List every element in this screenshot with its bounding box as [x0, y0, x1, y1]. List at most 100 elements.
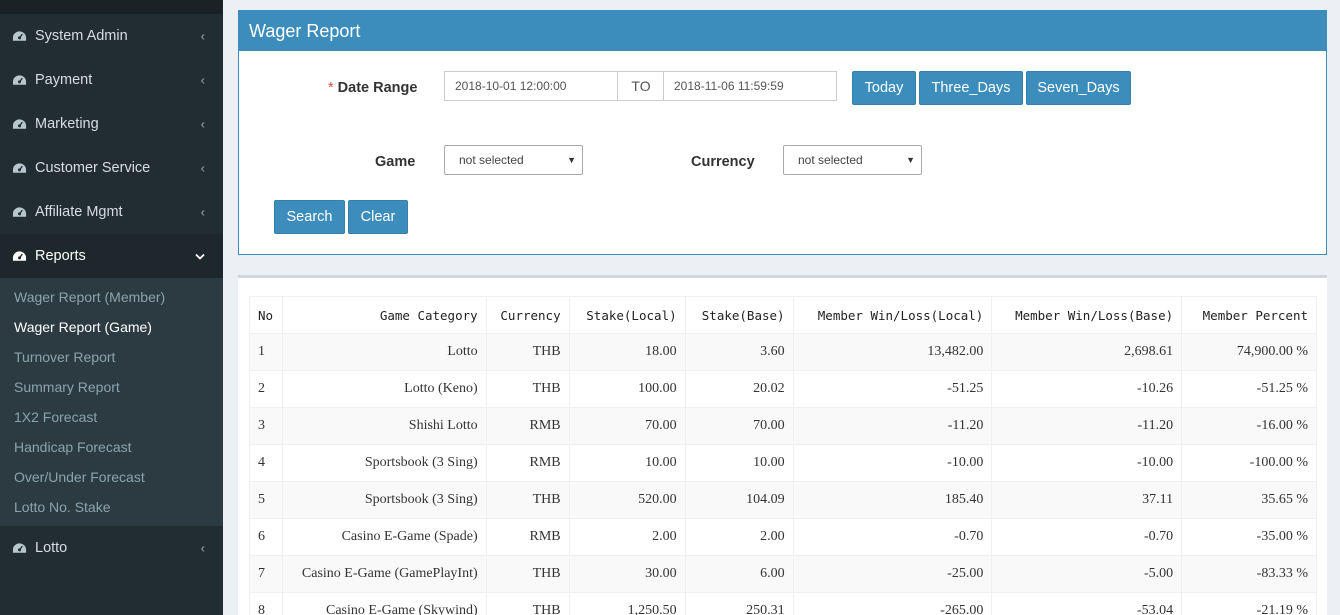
cell-stake-base: 70.00 [684, 407, 794, 445]
seven-days-button[interactable]: Seven_Days [1026, 71, 1131, 105]
table-row: 8 Casino E-Game (Skywind) THB 1,250.50 2… [249, 592, 1317, 615]
cell-winloss-base: -53.04 [991, 592, 1183, 615]
table-row: 1 Lotto THB 18.00 3.60 13,482.00 2,698.6… [249, 333, 1317, 371]
cell-currency: THB [485, 333, 570, 371]
column-header[interactable]: Member Percent [1181, 296, 1317, 334]
game-select[interactable]: not selected ▼ [444, 145, 583, 175]
column-header[interactable]: No [249, 296, 283, 334]
cell-stake-local: 10.00 [568, 444, 686, 482]
cell-member-percent: 74,900.00 % [1181, 333, 1317, 371]
cell-currency: THB [485, 481, 570, 519]
wager-report-table: No Game Category Currency Stake(Local) S… [249, 296, 1317, 615]
main-content: Wager Report * Date Range 2018-10-01 12:0… [223, 0, 1340, 615]
table-header-row: No Game Category Currency Stake(Local) S… [249, 296, 1317, 334]
cell-currency: RMB [485, 518, 570, 556]
column-header[interactable]: Member Win/Loss(Local) [792, 296, 993, 334]
cell-winloss-base: 37.11 [991, 481, 1183, 519]
panel-title: Wager Report [239, 11, 1326, 51]
cell-member-percent: -100.00 % [1181, 444, 1317, 482]
menu-item-label: Lotto [35, 540, 68, 556]
cell-stake-base: 10.00 [684, 444, 794, 482]
column-header[interactable]: Currency [485, 296, 570, 334]
cell-member-percent: -83.33 % [1181, 555, 1317, 593]
submenu-item-wager-report-member[interactable]: Wager Report (Member) [0, 282, 223, 312]
cell-winloss-local: 13,482.00 [792, 333, 993, 371]
dashboard-icon [12, 30, 27, 43]
dashboard-icon [12, 250, 27, 263]
chevron-left-icon: ‹ [200, 204, 205, 220]
menu-item-label: Marketing [35, 116, 99, 132]
cell-no: 5 [249, 481, 283, 519]
date-range-label: * Date Range [328, 80, 418, 96]
table-row: 4 Sportsbook (3 Sing) RMB 10.00 10.00 -1… [249, 444, 1317, 482]
column-header[interactable]: Game Category [281, 296, 487, 334]
cell-stake-local: 520.00 [568, 481, 686, 519]
menu-item-system-admin[interactable]: System Admin ‹ [0, 14, 223, 58]
currency-select[interactable]: not selected ▼ [783, 145, 922, 175]
dashboard-icon [12, 118, 27, 131]
column-header[interactable]: Stake(Base) [684, 296, 794, 334]
cell-stake-base: 250.31 [684, 592, 794, 615]
submenu-item-1x2-forecast[interactable]: 1X2 Forecast [0, 402, 223, 432]
menu-item-label: System Admin [35, 28, 128, 44]
cell-stake-base: 3.60 [684, 333, 794, 371]
cell-game-category: Sportsbook (3 Sing) [281, 481, 487, 519]
menu-item-payment[interactable]: Payment ‹ [0, 58, 223, 102]
cell-stake-local: 100.00 [568, 370, 686, 408]
cell-game-category: Sportsbook (3 Sing) [281, 444, 487, 482]
table-row: 6 Casino E-Game (Spade) RMB 2.00 2.00 -0… [249, 518, 1317, 556]
cell-winloss-local: -11.20 [792, 407, 993, 445]
cell-currency: THB [485, 592, 570, 615]
menu-item-reports[interactable]: Reports [0, 234, 223, 278]
cell-member-percent: 35.65 % [1181, 481, 1317, 519]
cell-game-category: Casino E-Game (Skywind) [281, 592, 487, 615]
cell-no: 7 [249, 555, 283, 593]
cell-member-percent: -16.00 % [1181, 407, 1317, 445]
cell-stake-base: 6.00 [684, 555, 794, 593]
cell-no: 4 [249, 444, 283, 482]
submenu-item-handicap-forecast[interactable]: Handicap Forecast [0, 432, 223, 462]
menu-item-label: Affiliate Mgmt [35, 204, 123, 220]
cell-no: 6 [249, 518, 283, 556]
cell-game-category: Shishi Lotto [281, 407, 487, 445]
submenu-item-turnover-report[interactable]: Turnover Report [0, 342, 223, 372]
menu-item-label: Payment [35, 72, 93, 88]
cell-currency: THB [485, 555, 570, 593]
table-row: 7 Casino E-Game (GamePlayInt) THB 30.00 … [249, 555, 1317, 593]
three-days-button[interactable]: Three_Days [919, 71, 1023, 105]
chevron-left-icon: ‹ [200, 116, 205, 132]
menu-item-affiliate-mgmt[interactable]: Affiliate Mgmt ‹ [0, 190, 223, 234]
search-button[interactable]: Search [274, 200, 345, 234]
column-header[interactable]: Member Win/Loss(Base) [991, 296, 1183, 334]
cell-currency: RMB [485, 407, 570, 445]
cell-winloss-base: -10.00 [991, 444, 1183, 482]
cell-stake-base: 20.02 [684, 370, 794, 408]
cell-stake-local: 70.00 [568, 407, 686, 445]
cell-stake-base: 2.00 [684, 518, 794, 556]
menu-item-customer-service[interactable]: Customer Service ‹ [0, 146, 223, 190]
date-to-input[interactable]: 2018-11-06 11:59:59 [663, 71, 837, 101]
currency-select-value: not selected [798, 153, 863, 167]
table-row: 3 Shishi Lotto RMB 70.00 70.00 -11.20 -1… [249, 407, 1317, 445]
cell-currency: THB [485, 370, 570, 408]
submenu-item-lotto-no-stake[interactable]: Lotto No. Stake [0, 492, 223, 522]
clear-button[interactable]: Clear [348, 200, 408, 234]
menu-item-lotto[interactable]: Lotto ‹ [0, 526, 223, 570]
menu-item-marketing[interactable]: Marketing ‹ [0, 102, 223, 146]
submenu-item-summary-report[interactable]: Summary Report [0, 372, 223, 402]
menu-item-label: Reports [35, 248, 86, 264]
column-header[interactable]: Stake(Local) [568, 296, 686, 334]
dashboard-icon [12, 542, 27, 555]
date-from-input[interactable]: 2018-10-01 12:00:00 [444, 71, 618, 101]
submenu-item-over-under-forecast[interactable]: Over/Under Forecast [0, 462, 223, 492]
currency-label: Currency [691, 154, 755, 170]
cell-stake-base: 104.09 [684, 481, 794, 519]
cell-game-category: Lotto (Keno) [281, 370, 487, 408]
today-button[interactable]: Today [852, 71, 916, 105]
reports-submenu: Wager Report (Member) Wager Report (Game… [0, 278, 223, 526]
chevron-left-icon: ‹ [200, 160, 205, 176]
caret-down-icon: ▼ [567, 155, 576, 165]
submenu-item-wager-report-game[interactable]: Wager Report (Game) [0, 312, 223, 342]
cell-stake-local: 2.00 [568, 518, 686, 556]
sidebar-top-bar [0, 0, 223, 14]
